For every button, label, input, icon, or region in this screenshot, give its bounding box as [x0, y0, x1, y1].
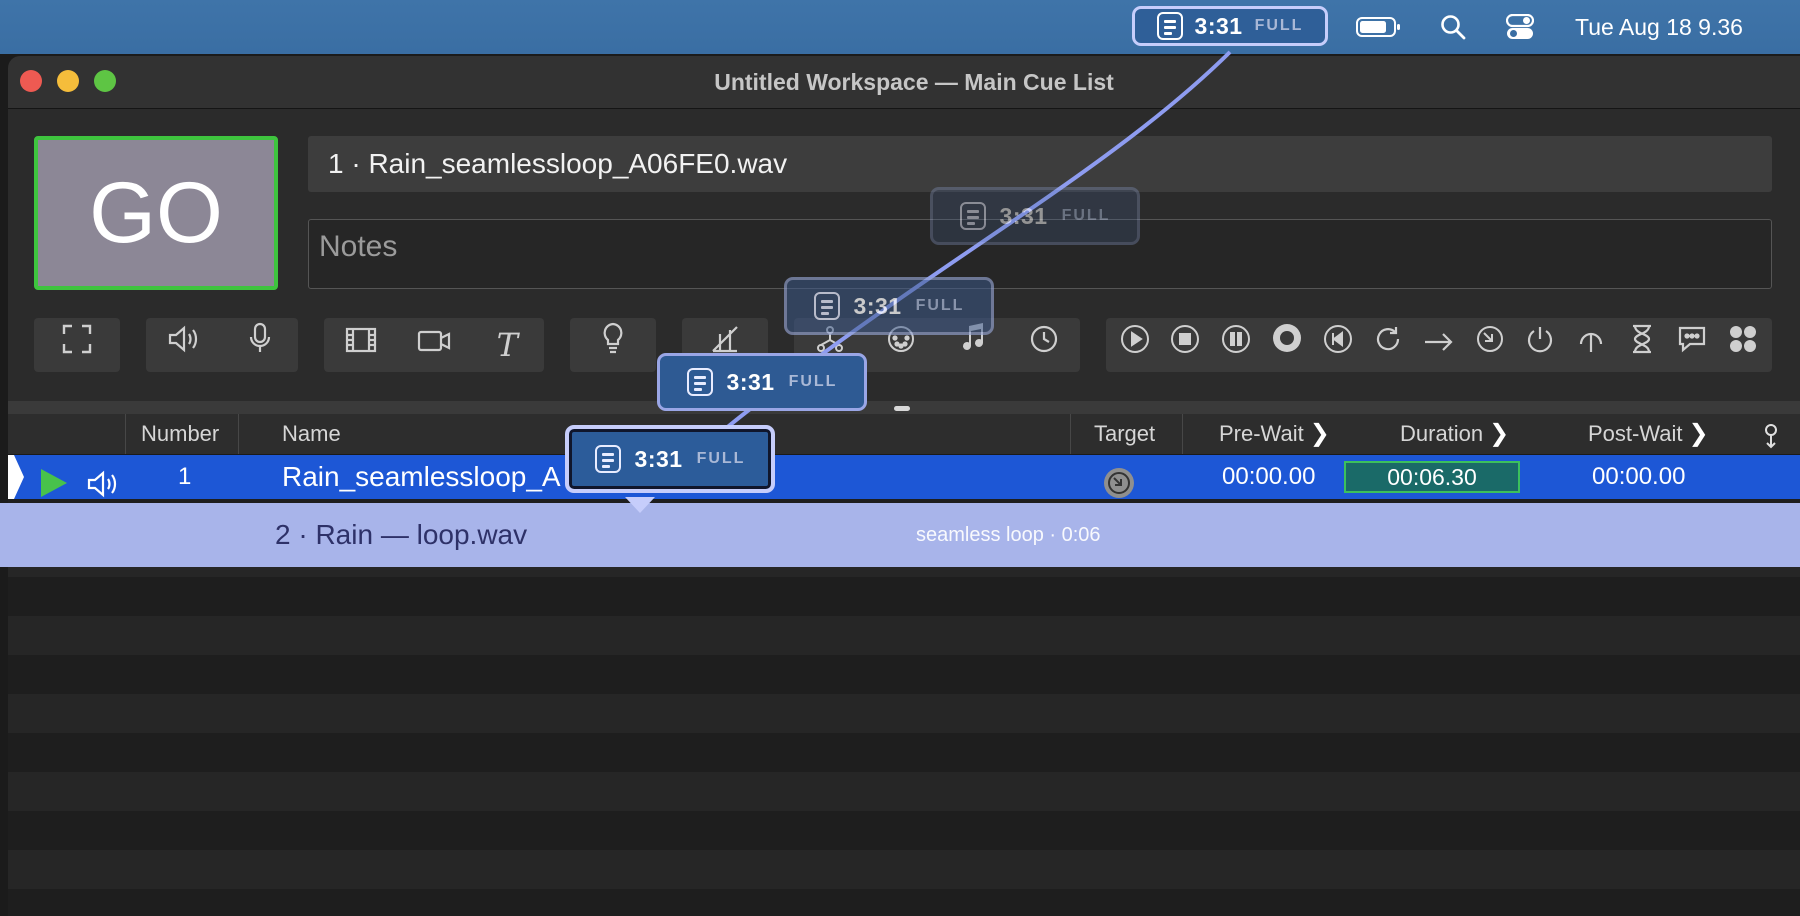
now-playing-tag: FULL: [1254, 17, 1304, 34]
duration-field[interactable]: 00:06.30: [1344, 461, 1520, 493]
text-icon[interactable]: T: [485, 318, 529, 372]
app-window: Untitled Workspace — Main Cue List GO 1 …: [8, 56, 1800, 916]
drag-pill-tag: FULL: [1061, 207, 1111, 224]
drag-pill-tag: FULL: [788, 373, 838, 390]
now-playing-time: 3:31: [1194, 12, 1243, 39]
group-icon[interactable]: [1721, 318, 1765, 372]
drag-ghost-row[interactable]: 2 · Rain — loop.wav seamless loop · 0:06: [0, 503, 1800, 567]
column-separator[interactable]: [238, 414, 239, 454]
document-icon: [594, 445, 621, 473]
goto-icon[interactable]: [1417, 318, 1461, 372]
menu-bar: 3:31 FULL Tue Aug 18 9.36: [0, 0, 1800, 54]
chevron-right-icon: ❯: [1309, 420, 1330, 447]
light-icon[interactable]: [591, 318, 635, 372]
column-separator[interactable]: [1182, 414, 1183, 454]
drag-pill-current[interactable]: 3:31 FULL: [565, 425, 775, 493]
chevron-right-icon: ❯: [1489, 420, 1510, 447]
drag-pill-tag: FULL: [915, 297, 965, 314]
play-icon[interactable]: [1113, 318, 1157, 372]
toolbar-group-video: T: [324, 318, 544, 372]
drag-ghost-meta: seamless loop · 0:06: [916, 524, 1101, 546]
header-post-wait[interactable]: Post-Wait ❯: [1588, 414, 1709, 454]
header-pre-wait-label: Pre-Wait: [1219, 421, 1304, 446]
document-icon: [959, 202, 986, 230]
drag-pill-time: 3:31: [853, 292, 902, 319]
drag-pill-mid: 3:31 FULL: [784, 277, 994, 335]
go-button[interactable]: GO: [34, 136, 278, 290]
load-icon[interactable]: [1265, 318, 1309, 372]
pre-wait-value[interactable]: 00:00.00: [1222, 455, 1315, 499]
stop-icon[interactable]: [1163, 318, 1207, 372]
memo-icon[interactable]: [1670, 318, 1714, 372]
arm-icon[interactable]: [1569, 318, 1613, 372]
document-icon: [686, 368, 713, 396]
toolbar-group-audio: [146, 318, 298, 372]
chevron-right-icon: ❯: [1688, 420, 1709, 447]
speaker-icon[interactable]: [162, 318, 206, 372]
drag-pill-time: 3:31: [634, 445, 683, 472]
power-icon[interactable]: [1518, 318, 1562, 372]
header-duration-label: Duration: [1400, 421, 1484, 446]
film-icon[interactable]: [339, 318, 383, 372]
header-target[interactable]: Target: [1094, 414, 1155, 454]
wait-icon[interactable]: [1620, 318, 1664, 372]
window-title: Untitled Workspace — Main Cue List: [714, 69, 1114, 95]
drag-pill-near: 3:31 FULL: [657, 353, 867, 411]
drag-pill-time: 3:31: [999, 202, 1048, 229]
loop-icon[interactable]: [1366, 318, 1410, 372]
toolbar-group-light: [570, 318, 656, 372]
drag-ghost-name: 2 · Rain — loop.wav: [275, 519, 528, 550]
camera-icon[interactable]: [412, 318, 456, 372]
clock-icon[interactable]: [1022, 318, 1066, 372]
header-post-wait-label: Post-Wait: [1588, 421, 1683, 446]
search-icon[interactable]: [1440, 0, 1466, 54]
cue-name-field[interactable]: 1 · Rain_seamlessloop_A06FE0.wav: [308, 136, 1772, 192]
target-icon[interactable]: [1468, 318, 1512, 372]
header-name[interactable]: Name: [282, 414, 341, 454]
drag-pill-faint: 3:31 FULL: [930, 187, 1140, 245]
toolbar-group-view: [34, 318, 120, 372]
header-duration[interactable]: Duration ❯: [1400, 414, 1509, 454]
title-bar: Untitled Workspace — Main Cue List: [8, 56, 1800, 109]
cue-number[interactable]: 1: [178, 455, 191, 499]
pause-icon[interactable]: [1214, 318, 1258, 372]
battery-icon[interactable]: [1356, 0, 1402, 54]
document-icon: [813, 292, 840, 320]
document-icon: [1156, 12, 1183, 40]
splitter-handle[interactable]: [894, 406, 910, 411]
toolbar-group-transport: [1106, 318, 1772, 372]
drag-pill-time: 3:31: [726, 368, 775, 395]
post-wait-value[interactable]: 00:00.00: [1592, 455, 1685, 499]
cue-name[interactable]: Rain_seamlessloop_A: [282, 455, 561, 499]
column-separator[interactable]: [125, 414, 126, 454]
playhead-icon: [8, 455, 24, 499]
header-pre-wait[interactable]: Pre-Wait ❯: [1219, 414, 1330, 454]
column-separator[interactable]: [1070, 414, 1071, 454]
reset-icon[interactable]: [1316, 318, 1360, 372]
drag-pill-tag: FULL: [696, 450, 746, 467]
cue-table-header: Number Name Target Pre-Wait ❯ Duration ❯ P…: [8, 414, 1800, 455]
microphone-icon[interactable]: [238, 318, 282, 372]
control-center-icon[interactable]: [1506, 0, 1534, 54]
fullscreen-icon[interactable]: [55, 318, 99, 372]
menu-clock[interactable]: Tue Aug 18 9.36: [1575, 0, 1743, 54]
now-playing-pill[interactable]: 3:31 FULL: [1132, 6, 1328, 46]
header-number[interactable]: Number: [141, 414, 219, 454]
table-row[interactable]: 1 Rain_seamlessloop_A 00:00.00 00:06.30 …: [8, 455, 1800, 499]
